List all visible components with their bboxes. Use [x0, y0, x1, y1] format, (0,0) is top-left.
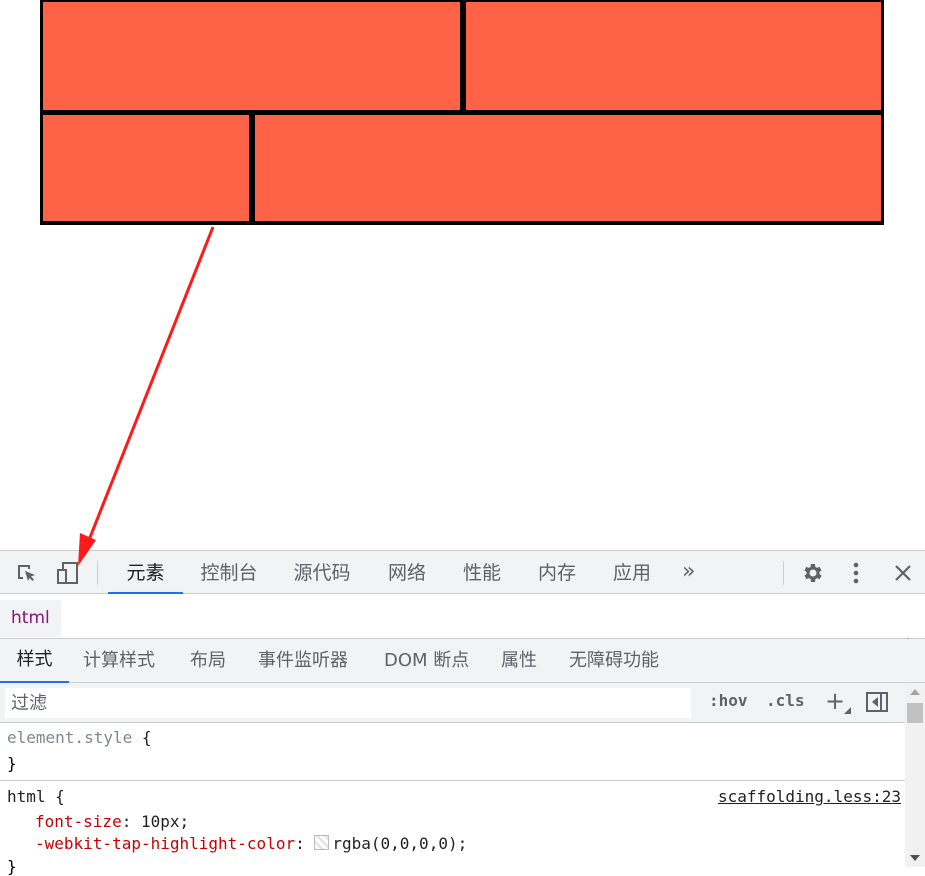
inspect-element-icon[interactable]	[14, 561, 38, 585]
tab-console[interactable]: 控制台	[198, 551, 260, 593]
subtab-event-listeners[interactable]: 事件监听器	[258, 639, 348, 682]
tab-elements[interactable]: 元素	[108, 551, 183, 594]
toggle-sidebar-icon[interactable]	[866, 692, 888, 712]
declaration-row: -webkit-tap-highlight-color: rgba(0,0,0,…	[35, 834, 468, 853]
toolbar-divider	[783, 561, 784, 585]
tab-performance[interactable]: 性能	[461, 551, 503, 593]
cls-button[interactable]: .cls	[766, 691, 805, 710]
source-link[interactable]: scaffolding.less:23	[718, 787, 901, 806]
subtab-styles[interactable]: 样式	[0, 639, 69, 683]
rule-selector[interactable]: html	[7, 787, 46, 806]
element-style-rule: element.style { }	[0, 723, 905, 781]
devtools-panel: 元素 控制台 源代码 网络 性能 内存 应用 » html ⁺ 样式 计算样式 …	[0, 550, 925, 876]
property-name[interactable]: font-size	[35, 812, 122, 831]
box-3	[43, 115, 249, 221]
devtools-toolbar: 元素 控制台 源代码 网络 性能 内存 应用 »	[0, 550, 925, 594]
subtab-dom-breakpoints[interactable]: DOM 断点	[384, 639, 469, 682]
styles-pane: element.style { } html { scaffolding.les…	[0, 723, 905, 876]
property-value[interactable]: rgba(0,0,0,0);	[332, 834, 467, 853]
more-tabs-button[interactable]: »	[682, 551, 695, 593]
box-4	[255, 115, 881, 221]
close-icon[interactable]	[891, 561, 915, 585]
filter-input[interactable]	[5, 688, 691, 718]
kebab-menu-icon[interactable]	[844, 561, 868, 585]
tab-memory[interactable]: 内存	[536, 551, 578, 593]
tab-sources[interactable]: 源代码	[291, 551, 353, 593]
breadcrumb: html ⁺	[0, 594, 925, 648]
property-value[interactable]: 10px;	[141, 812, 189, 831]
gear-icon[interactable]	[800, 561, 824, 585]
styles-filter-bar: :hov .cls +	[0, 683, 905, 723]
open-brace: {	[55, 787, 65, 806]
close-brace: }	[7, 754, 17, 773]
scroll-down-icon[interactable]	[910, 855, 920, 861]
device-toggle-icon[interactable]	[56, 561, 80, 585]
scroll-up-icon[interactable]	[910, 689, 920, 695]
annotation-arrow-shaft	[85, 226, 215, 546]
sidebar-tabs: 样式 计算样式 布局 事件监听器 DOM 断点 属性 无障碍功能	[0, 639, 925, 683]
color-swatch[interactable]	[314, 835, 330, 850]
property-name[interactable]: -webkit-tap-highlight-color	[35, 834, 295, 853]
tab-network[interactable]: 网络	[386, 551, 428, 593]
hov-button[interactable]: :hov	[709, 691, 748, 710]
scroll-thumb[interactable]	[907, 703, 923, 723]
subtab-layout[interactable]: 布局	[190, 639, 226, 682]
box-1	[43, 2, 460, 110]
styles-scrollbar[interactable]	[905, 683, 925, 867]
toolbar-divider	[97, 561, 98, 585]
new-rule-menu-icon	[844, 707, 851, 714]
subtab-properties[interactable]: 属性	[501, 639, 537, 682]
new-style-rule-button[interactable]: +	[825, 687, 845, 715]
declaration-row: font-size: 10px;	[35, 812, 190, 831]
open-brace[interactable]: {	[142, 728, 152, 747]
breadcrumb-item-html[interactable]: html	[0, 600, 61, 637]
tab-application[interactable]: 应用	[611, 551, 653, 593]
subtab-accessibility[interactable]: 无障碍功能	[569, 639, 659, 682]
box-2	[466, 2, 881, 110]
subtab-computed[interactable]: 计算样式	[83, 639, 155, 682]
element-style-selector: element.style	[7, 728, 133, 747]
